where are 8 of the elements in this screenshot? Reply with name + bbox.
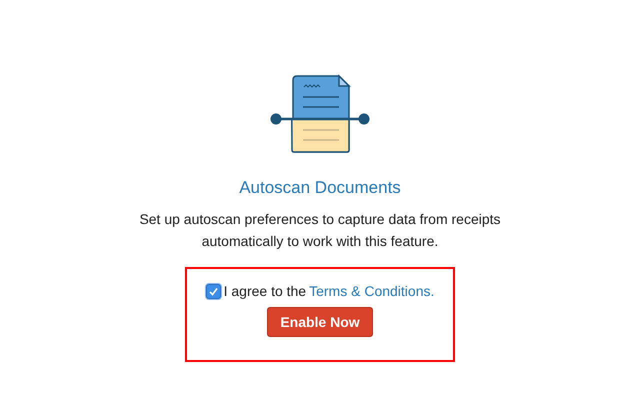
agree-label: I agree to the	[224, 283, 306, 299]
feature-title: Autoscan Documents	[239, 178, 401, 198]
enable-button[interactable]: Enable Now	[267, 307, 373, 337]
document-scan-icon	[269, 74, 371, 156]
feature-description: Set up autoscan preferences to capture data from receipts automatically to work with this feature.	[138, 210, 502, 251]
agree-checkbox[interactable]	[206, 284, 221, 298]
terms-link[interactable]: Terms & Conditions.	[309, 283, 434, 299]
check-icon	[208, 286, 218, 296]
